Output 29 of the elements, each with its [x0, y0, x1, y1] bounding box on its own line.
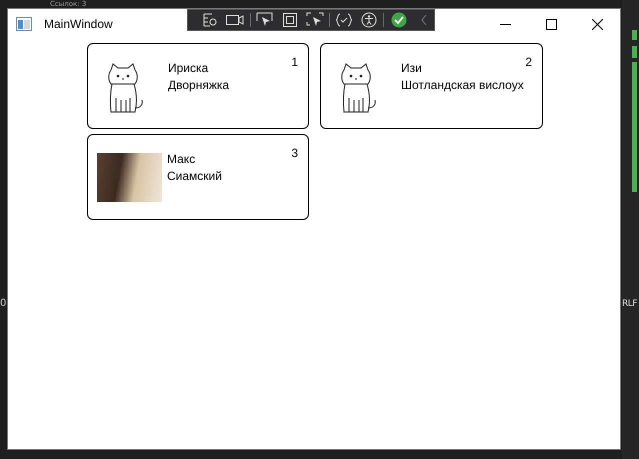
pet-number: 2 [525, 55, 532, 69]
editor-text: 0 [0, 298, 6, 309]
window-title: MainWindow [44, 17, 113, 31]
editor-text: RLF [622, 299, 637, 309]
pointer-icon [256, 12, 274, 28]
accessibility-button[interactable] [358, 11, 380, 29]
check-icon [390, 12, 407, 28]
camera-icon [226, 14, 244, 26]
accessibility-icon [361, 12, 378, 28]
binding-button[interactable] [334, 11, 355, 29]
scroll-marker [632, 30, 637, 40]
focus-pointer-icon [306, 12, 324, 28]
pet-breed: Шотландская вислоух [401, 77, 524, 94]
pet-name: Ириска [168, 60, 210, 77]
pet-breed: Дворняжка [168, 77, 230, 94]
square-icon [282, 13, 297, 27]
braces-icon [335, 13, 354, 27]
pet-number: 1 [291, 55, 298, 69]
photo-placeholder [97, 153, 162, 202]
tree-icon [202, 12, 218, 28]
pet-name: Макс [167, 151, 196, 168]
scroll-marker [632, 46, 637, 58]
pet-name: Изи [401, 60, 423, 77]
pet-breed: Сиамский [167, 168, 222, 185]
app-icon [16, 17, 32, 31]
maximize-icon [546, 18, 556, 30]
close-icon [592, 18, 602, 30]
chevron-left-icon [420, 15, 427, 25]
pet-number: 3 [291, 146, 298, 160]
